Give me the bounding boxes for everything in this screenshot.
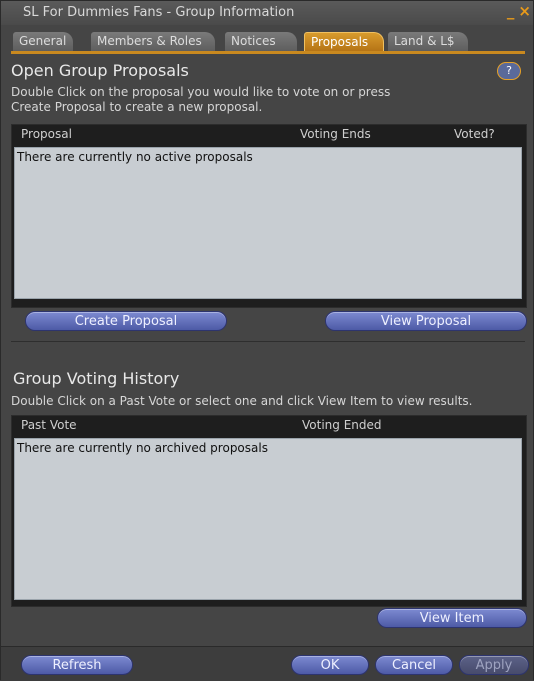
create-proposal-button[interactable]: Create Proposal [25, 311, 227, 331]
open-proposals-list: Proposal Voting Ends Voted? There are cu… [11, 124, 527, 308]
section-divider [11, 341, 525, 342]
window-title: SL For Dummies Fans - Group Information [23, 5, 295, 20]
tab-land[interactable]: Land & L$ [388, 32, 468, 51]
voting-history-list: Past Vote Voting Ended There are current… [11, 415, 527, 607]
title-bar[interactable]: SL For Dummies Fans - Group Information … [1, 1, 533, 25]
tab-members-roles[interactable]: Members & Roles [91, 32, 215, 51]
voting-history-heading: Group Voting History [13, 369, 180, 388]
voting-history-desc: Double Click on a Past Vote or select on… [11, 394, 473, 408]
minimize-icon[interactable]: _ [507, 2, 515, 20]
tab-proposals[interactable]: Proposals [304, 32, 384, 51]
column-proposal[interactable]: Proposal [21, 127, 72, 141]
proposals-empty-text: There are currently no active proposals [17, 150, 253, 164]
group-information-window: SL For Dummies Fans - Group Information … [0, 0, 534, 681]
column-voting-ended[interactable]: Voting Ended [302, 418, 382, 432]
view-item-button[interactable]: View Item [377, 608, 527, 628]
apply-button[interactable]: Apply [459, 655, 529, 675]
open-proposals-heading: Open Group Proposals [11, 61, 189, 80]
tab-notices[interactable]: Notices [225, 32, 297, 51]
help-button[interactable]: ? [497, 62, 521, 80]
voting-history-section: Group Voting History Double Click on a P… [11, 369, 525, 409]
history-empty-text: There are currently no archived proposal… [17, 441, 268, 455]
proposals-list-header: Proposal Voting Ends Voted? [12, 127, 526, 145]
refresh-button[interactable]: Refresh [21, 655, 133, 675]
open-proposals-desc-2: Create Proposal to create a new proposal… [11, 100, 263, 114]
proposals-list-body[interactable]: There are currently no active proposals [14, 147, 522, 299]
tab-general[interactable]: General [13, 32, 73, 51]
column-voting-ends[interactable]: Voting Ends [300, 127, 371, 141]
tab-underline [11, 51, 525, 54]
open-proposals-section: Open Group Proposals Double Click on the… [11, 61, 525, 115]
open-proposals-desc-1: Double Click on the proposal you would l… [11, 85, 391, 99]
history-list-body[interactable]: There are currently no archived proposal… [14, 438, 522, 600]
cancel-button[interactable]: Cancel [375, 655, 453, 675]
ok-button[interactable]: OK [291, 655, 369, 675]
footer-bar: Refresh OK Cancel Apply [1, 646, 533, 681]
column-past-vote[interactable]: Past Vote [21, 418, 77, 432]
view-proposal-button[interactable]: View Proposal [325, 311, 527, 331]
history-list-header: Past Vote Voting Ended [12, 418, 526, 436]
window-controls: _ × [503, 2, 531, 20]
column-voted[interactable]: Voted? [454, 127, 495, 141]
close-icon[interactable]: × [518, 2, 531, 20]
